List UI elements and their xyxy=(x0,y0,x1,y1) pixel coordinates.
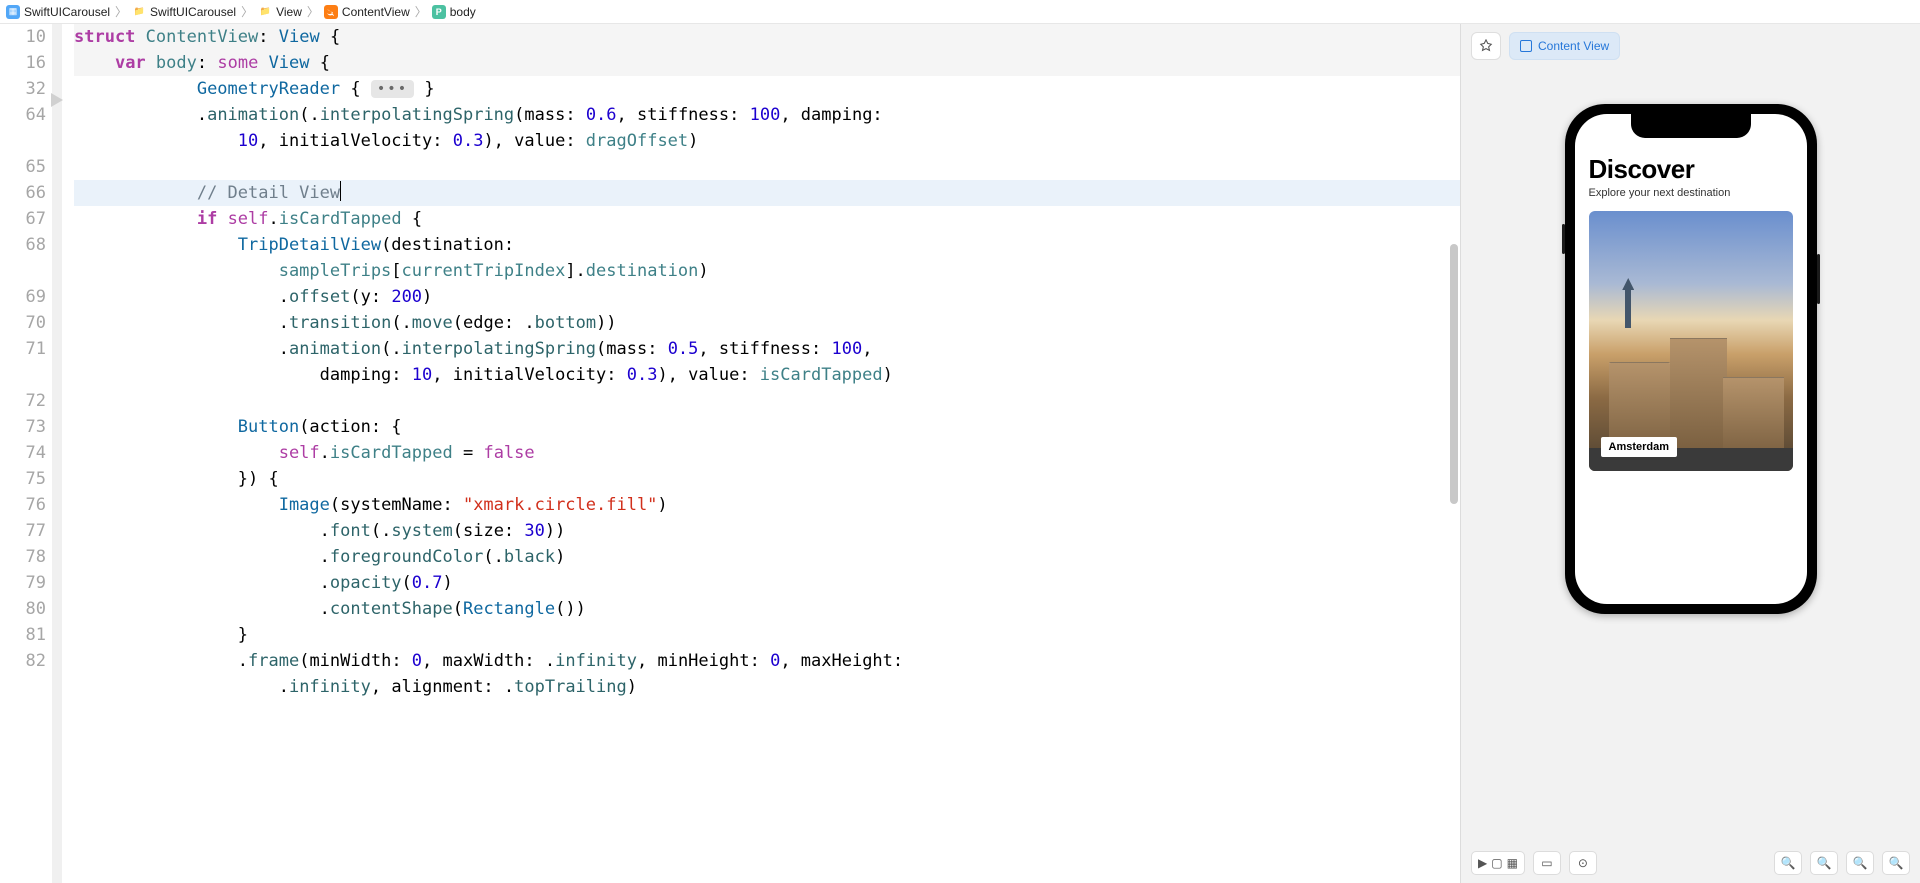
zoom-out-icon: 🔍 xyxy=(1781,856,1796,870)
breadcrumb-group[interactable]: SwiftUICarousel xyxy=(150,5,236,19)
pin-icon xyxy=(1479,39,1493,53)
zoom-fit-icon: 🔍 xyxy=(1817,856,1832,870)
zoom-fit-button[interactable]: 🔍 xyxy=(1810,851,1838,875)
code-editor[interactable]: 10163264 65666768 697071 727374757677787… xyxy=(0,24,1460,883)
card-label: Amsterdam xyxy=(1601,437,1678,457)
canvas-panel: Content View Discover Explore your next … xyxy=(1460,24,1920,883)
project-icon: ▦ xyxy=(6,5,20,19)
zoom-actual-icon: 🔍 xyxy=(1853,856,1868,870)
line-gutter: 10163264 65666768 697071 727374757677787… xyxy=(0,24,62,883)
breadcrumb-folder[interactable]: View xyxy=(276,5,302,19)
app-title: Discover xyxy=(1589,154,1793,185)
cube-icon xyxy=(1520,40,1532,52)
chevron-right-icon: 〉 xyxy=(115,3,127,20)
breadcrumb[interactable]: ▦ SwiftUICarousel 〉 📁 SwiftUICarousel 〉 … xyxy=(0,0,1920,24)
breadcrumb-project[interactable]: SwiftUICarousel xyxy=(24,5,110,19)
app-subtitle: Explore your next destination xyxy=(1589,187,1793,199)
play-icon: ▶ xyxy=(1478,856,1487,870)
zoom-actual-button[interactable]: 🔍 xyxy=(1846,851,1874,875)
pin-button[interactable] xyxy=(1471,32,1501,60)
breadcrumb-symbol[interactable]: body xyxy=(450,5,476,19)
canvas-controls-group[interactable]: ▶ ▢ ▦ xyxy=(1471,851,1525,875)
device-screen[interactable]: Discover Explore your next destination A… xyxy=(1575,114,1807,604)
device-settings-button[interactable]: ▭ xyxy=(1533,851,1561,875)
chevron-right-icon: 〉 xyxy=(241,3,253,20)
canvas-settings-button[interactable]: ⊙ xyxy=(1569,851,1597,875)
preview-name: Content View xyxy=(1538,39,1609,53)
chevron-right-icon: 〉 xyxy=(307,3,319,20)
device-settings-icon: ▭ xyxy=(1541,856,1552,870)
chevron-right-icon: 〉 xyxy=(415,3,427,20)
selectable-icon: ▢ xyxy=(1491,856,1502,870)
ellipsis-circle-icon: ⊙ xyxy=(1578,856,1588,870)
scrollbar-thumb[interactable] xyxy=(1450,244,1458,504)
variants-icon: ▦ xyxy=(1507,856,1518,870)
device-notch xyxy=(1631,114,1751,138)
folder-icon: 📁 xyxy=(258,5,272,19)
zoom-in-button[interactable]: 🔍 xyxy=(1882,851,1910,875)
iphone-device-frame: Discover Explore your next destination A… xyxy=(1565,104,1817,614)
trip-card[interactable]: Amsterdam xyxy=(1589,211,1793,471)
folder-icon: 📁 xyxy=(132,5,146,19)
swift-file-icon xyxy=(324,5,338,19)
zoom-out-button[interactable]: 🔍 xyxy=(1774,851,1802,875)
property-icon: P xyxy=(432,5,446,19)
code-area[interactable]: struct ContentView: View { var body: som… xyxy=(62,24,1460,883)
zoom-in-icon: 🔍 xyxy=(1889,856,1904,870)
preview-selector[interactable]: Content View xyxy=(1509,32,1620,60)
breadcrumb-file[interactable]: ContentView xyxy=(342,5,410,19)
